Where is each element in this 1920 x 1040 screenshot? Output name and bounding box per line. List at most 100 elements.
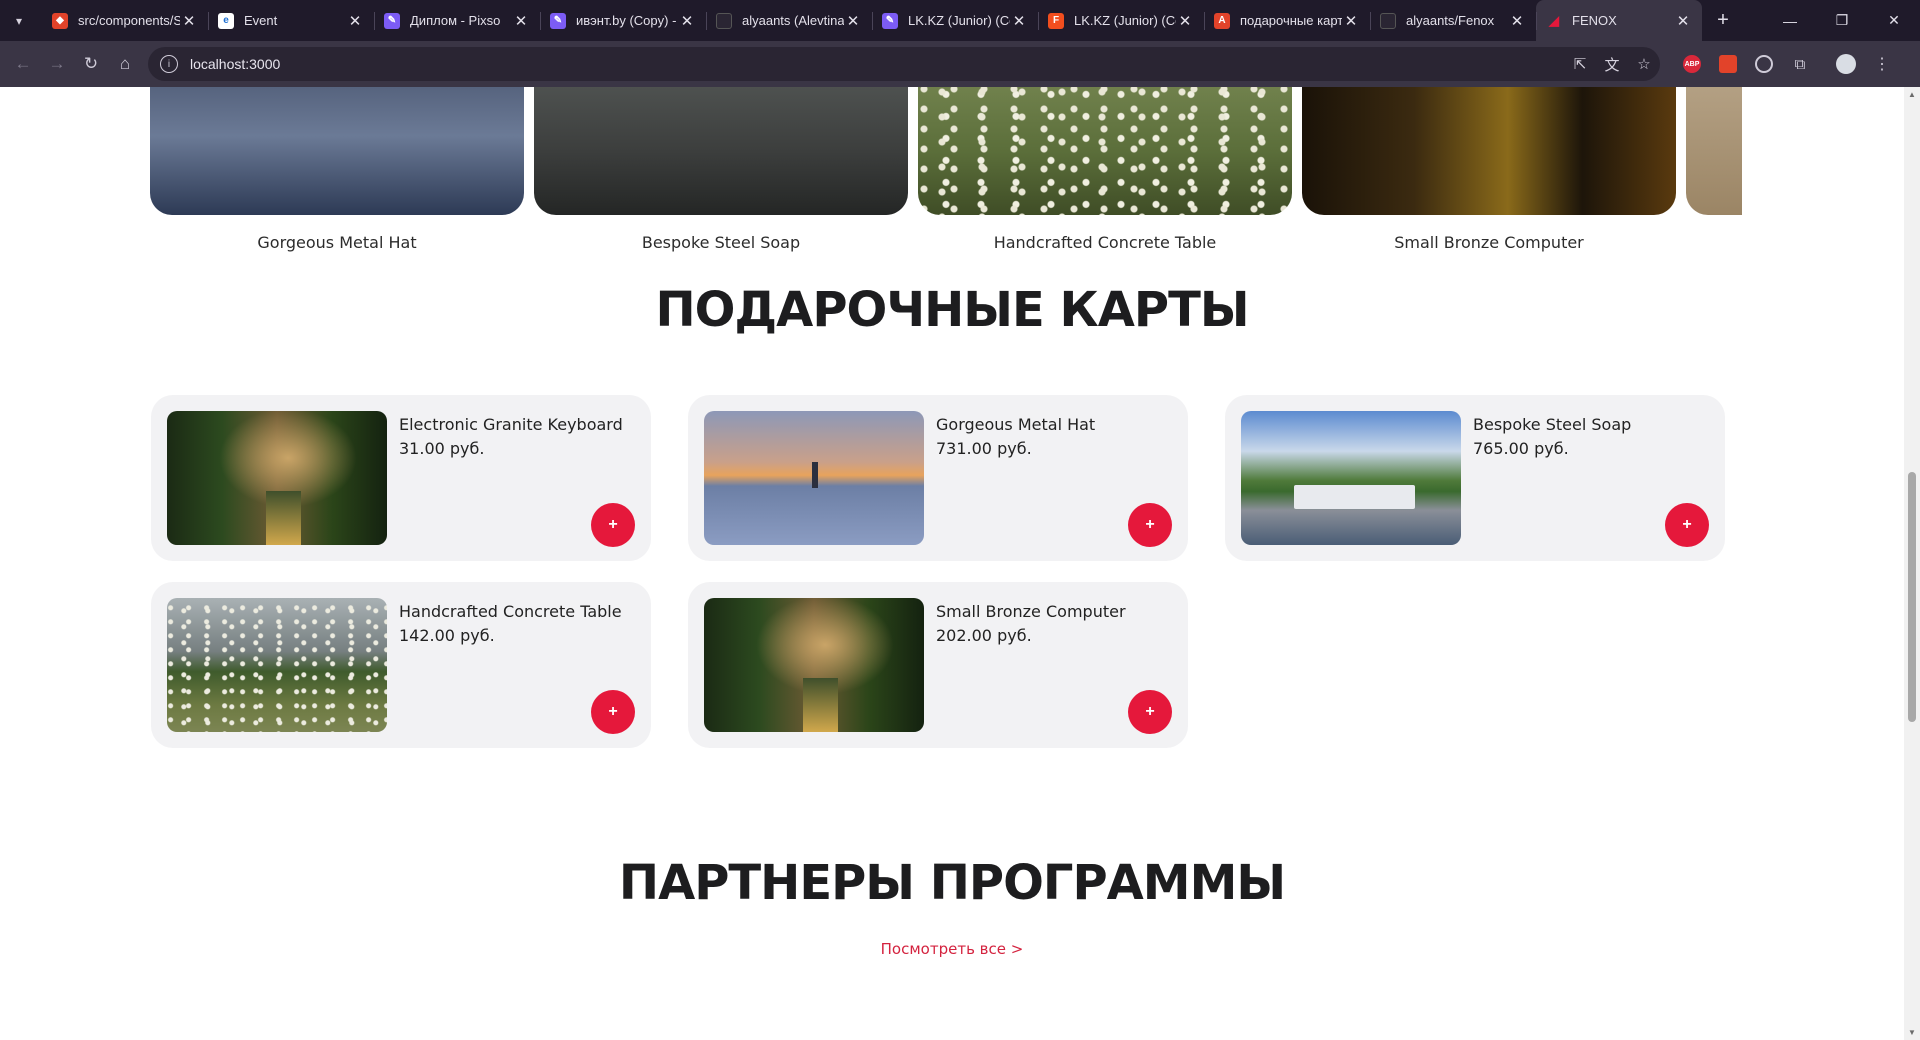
scroll-up-icon[interactable]: ▲ — [1908, 90, 1916, 99]
gift-card-image — [704, 598, 924, 732]
gift-card[interactable]: Small Bronze Computer 202.00 руб. + — [688, 582, 1188, 748]
carousel-slide[interactable]: Small Bronze Computer — [1302, 87, 1676, 252]
restore-icon[interactable]: ❐ — [1816, 0, 1868, 41]
gift-card-name: Electronic Granite Keyboard — [399, 415, 623, 434]
browser-tab[interactable]: ✎ Диплом - Pixso ✕ — [374, 0, 540, 41]
tab-title: src/components/S — [78, 13, 180, 28]
browser-tab[interactable]: F LK.KZ (Junior) (Co ✕ — [1038, 0, 1204, 41]
gift-card[interactable]: Electronic Granite Keyboard 31.00 руб. + — [151, 395, 651, 561]
gift-card-image — [1241, 411, 1461, 545]
new-tab-button[interactable]: + — [1708, 6, 1738, 36]
carousel-slide[interactable]: Bespoke Steel Soap — [534, 87, 908, 252]
close-icon[interactable]: ✕ — [1674, 12, 1692, 30]
reload-button[interactable]: ↻ — [74, 47, 108, 81]
gift-card-image — [704, 411, 924, 545]
translate-icon[interactable]: 文 — [1596, 54, 1628, 75]
gift-card-price: 765.00 руб. — [1473, 439, 1569, 458]
tab-title: Диплом - Pixso — [410, 13, 501, 28]
page-scrollbar[interactable]: ▲ ▼ — [1904, 87, 1920, 1040]
browser-tab[interactable]: alyaants (Alevtina ✕ — [706, 0, 872, 41]
close-icon[interactable]: ✕ — [1010, 12, 1028, 30]
slide-caption: Bespoke Steel Soap — [641, 233, 801, 252]
add-to-cart-button[interactable]: + — [591, 503, 635, 547]
gitlab-icon: ◆ — [52, 12, 68, 29]
doc-icon: e — [218, 12, 234, 29]
gift-card-name: Handcrafted Concrete Table — [399, 602, 622, 621]
add-to-cart-button[interactable]: + — [1665, 503, 1709, 547]
home-button[interactable]: ⌂ — [108, 47, 142, 81]
browser-tab[interactable]: A подарочные карт ✕ — [1204, 0, 1370, 41]
browser-tab-strip: ▾ ◆ src/components/S ✕ e Event ✕ ✎ Дипло… — [0, 0, 1920, 41]
see-all-partners-link[interactable]: Посмотреть все > — [0, 940, 1904, 958]
tab-search-button[interactable]: ▾ — [4, 6, 34, 36]
browser-tab[interactable]: ✎ LK.KZ (Junior) (Co ✕ — [872, 0, 1038, 41]
back-button[interactable]: ← — [6, 47, 40, 81]
gift-card-name: Bespoke Steel Soap — [1473, 415, 1632, 434]
close-icon[interactable]: ✕ — [844, 12, 862, 30]
profile-button[interactable] — [1828, 47, 1864, 81]
page-viewport: Gorgeous Metal Hat Bespoke Steel Soap Ha… — [0, 87, 1904, 1040]
slide-image — [1686, 87, 1742, 215]
forward-button[interactable]: → — [40, 47, 74, 81]
arrow-left-icon: ← — [14, 54, 32, 73]
tab-title: alyaants/Fenox — [1406, 13, 1495, 28]
tab-title: ивэнт.by (Copy) - — [576, 13, 677, 28]
minimize-icon[interactable]: — — [1764, 0, 1816, 41]
close-icon[interactable]: ✕ — [678, 12, 696, 30]
bookmark-star-icon[interactable]: ☆ — [1628, 55, 1660, 73]
url-text[interactable]: localhost:3000 — [190, 56, 1564, 72]
tab-title: FENOX — [1572, 13, 1617, 28]
pixso-icon: ✎ — [550, 12, 566, 29]
tab-title: LK.KZ (Junior) (Co — [1074, 13, 1176, 28]
close-icon[interactable]: ✕ — [1508, 12, 1526, 30]
add-to-cart-button[interactable]: + — [1128, 503, 1172, 547]
slide-caption: Handcrafted Concrete Table — [993, 233, 1217, 252]
avatar — [1836, 54, 1856, 74]
add-to-cart-button[interactable]: + — [1128, 690, 1172, 734]
browser-menu-button[interactable]: ⋮ — [1864, 47, 1900, 81]
gift-card[interactable]: Bespoke Steel Soap 765.00 руб. + — [1225, 395, 1725, 561]
carousel-slide[interactable]: Handcrafted Concrete Table — [918, 87, 1292, 252]
scroll-down-icon[interactable]: ▼ — [1908, 1028, 1916, 1037]
window-controls: — ❐ ✕ — [1764, 0, 1920, 41]
pixso-icon: ✎ — [384, 12, 400, 29]
slide-caption: Small Bronze Computer — [1394, 233, 1584, 252]
adblock-extension[interactable]: ABP — [1674, 47, 1710, 81]
gift-card-price: 31.00 руб. — [399, 439, 485, 458]
carousel-slide[interactable] — [1686, 87, 1742, 233]
address-bar[interactable]: i localhost:3000 ⇱ 文 ☆ — [148, 47, 1660, 81]
close-icon[interactable]: ✕ — [346, 12, 364, 30]
browser-tab-active[interactable]: ◢ FENOX ✕ — [1536, 0, 1702, 41]
site-info-icon[interactable]: i — [160, 55, 178, 73]
browser-tab[interactable]: alyaants/Fenox ✕ — [1370, 0, 1536, 41]
tab-title: подарочные карт — [1240, 13, 1342, 28]
product-carousel[interactable]: Gorgeous Metal Hat Bespoke Steel Soap Ha… — [150, 87, 1742, 257]
close-icon[interactable]: ✕ — [512, 12, 530, 30]
fenox-icon: ◢ — [1549, 12, 1559, 28]
github-icon — [716, 12, 732, 29]
gift-card-price: 142.00 руб. — [399, 626, 495, 645]
browser-tab[interactable]: ✎ ивэнт.by (Copy) - ✕ — [540, 0, 706, 41]
slide-image — [1302, 87, 1676, 215]
close-icon[interactable]: ✕ — [1342, 12, 1360, 30]
gift-card[interactable]: Gorgeous Metal Hat 731.00 руб. + — [688, 395, 1188, 561]
open-in-app-icon[interactable]: ⇱ — [1564, 55, 1596, 73]
scrollbar-thumb[interactable] — [1908, 472, 1916, 722]
add-to-cart-button[interactable]: + — [591, 690, 635, 734]
browser-toolbar: ← → ↻ ⌂ i localhost:3000 ⇱ 文 ☆ ABP ⧉ ⋮ — [0, 41, 1920, 87]
tab-title: alyaants (Alevtina — [742, 13, 844, 28]
close-icon[interactable]: ✕ — [1176, 12, 1194, 30]
close-window-icon[interactable]: ✕ — [1868, 0, 1920, 41]
browser-tab[interactable]: e Event ✕ — [208, 0, 374, 41]
gift-card-image — [167, 598, 387, 732]
gift-card-image — [167, 411, 387, 545]
carousel-slide[interactable]: Gorgeous Metal Hat — [150, 87, 524, 252]
extension-button[interactable] — [1746, 47, 1782, 81]
browser-tab[interactable]: ◆ src/components/S ✕ — [42, 0, 208, 41]
close-icon[interactable]: ✕ — [180, 12, 198, 30]
extensions-menu-button[interactable]: ⧉ — [1782, 47, 1818, 81]
slide-image — [918, 87, 1292, 215]
gift-card-price: 731.00 руб. — [936, 439, 1032, 458]
extension-button[interactable] — [1710, 47, 1746, 81]
gift-card[interactable]: Handcrafted Concrete Table 142.00 руб. + — [151, 582, 651, 748]
